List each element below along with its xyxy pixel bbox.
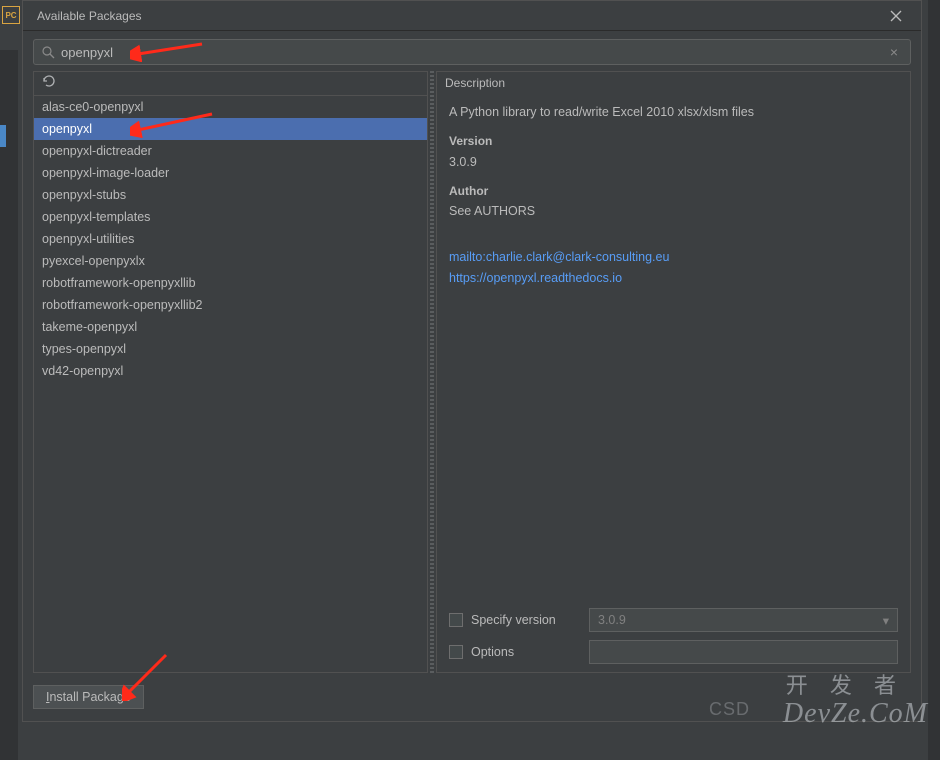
options-area: Specify version 3.0.9 ▾ Options bbox=[437, 600, 910, 672]
package-item[interactable]: takeme-openpyxl bbox=[34, 316, 427, 338]
install-package-button[interactable]: Install Package bbox=[33, 685, 144, 709]
close-icon bbox=[890, 10, 902, 22]
package-item[interactable]: vd42-openpyxl bbox=[34, 360, 427, 382]
package-list[interactable]: alas-ce0-openpyxlopenpyxlopenpyxl-dictre… bbox=[34, 96, 427, 672]
package-item[interactable]: types-openpyxl bbox=[34, 338, 427, 360]
close-button[interactable] bbox=[881, 1, 911, 31]
chevron-down-icon: ▾ bbox=[883, 613, 889, 628]
options-input[interactable] bbox=[589, 640, 898, 664]
options-label: Options bbox=[471, 645, 581, 659]
clear-search-icon[interactable]: × bbox=[886, 44, 902, 60]
splitter-handle-icon bbox=[430, 71, 434, 673]
package-item[interactable]: robotframework-openpyxllib bbox=[34, 272, 427, 294]
package-item[interactable]: openpyxl-stubs bbox=[34, 184, 427, 206]
package-list-panel: alas-ce0-openpyxlopenpyxlopenpyxl-dictre… bbox=[33, 71, 428, 673]
package-item[interactable]: pyexcel-openpyxlx bbox=[34, 250, 427, 272]
panel-splitter[interactable] bbox=[428, 71, 436, 673]
pycharm-icon: PC bbox=[2, 6, 20, 24]
author-label: Author bbox=[449, 181, 898, 201]
specify-version-row: Specify version 3.0.9 ▾ bbox=[449, 608, 898, 632]
package-item[interactable]: openpyxl-utilities bbox=[34, 228, 427, 250]
specify-version-label: Specify version bbox=[471, 613, 581, 627]
watermark-main: DevZe.CoM bbox=[783, 698, 928, 730]
package-item[interactable]: openpyxl-templates bbox=[34, 206, 427, 228]
description-summary: A Python library to read/write Excel 201… bbox=[449, 102, 898, 123]
main-area: alas-ce0-openpyxlopenpyxlopenpyxl-dictre… bbox=[23, 71, 921, 673]
version-select[interactable]: 3.0.9 ▾ bbox=[589, 608, 898, 632]
watermark-csd: CSD bbox=[709, 699, 750, 720]
options-row: Options bbox=[449, 640, 898, 664]
refresh-row bbox=[34, 72, 427, 96]
ide-left-accent bbox=[0, 125, 6, 147]
search-box[interactable]: × bbox=[33, 39, 911, 65]
package-item[interactable]: openpyxl-image-loader bbox=[34, 162, 427, 184]
dialog-titlebar: Available Packages bbox=[23, 1, 921, 31]
description-panel: Description A Python library to read/wri… bbox=[436, 71, 911, 673]
install-label-rest: nstall Package bbox=[49, 690, 130, 704]
docs-link[interactable]: https://openpyxl.readthedocs.io bbox=[449, 268, 898, 289]
options-checkbox[interactable] bbox=[449, 645, 463, 659]
search-icon bbox=[42, 46, 55, 59]
search-input[interactable] bbox=[61, 45, 886, 60]
package-item[interactable]: robotframework-openpyxllib2 bbox=[34, 294, 427, 316]
search-row: × bbox=[23, 31, 921, 71]
dialog-title: Available Packages bbox=[33, 9, 881, 23]
version-value: 3.0.9 bbox=[449, 152, 898, 173]
ide-left-gutter bbox=[0, 50, 18, 760]
mailto-link[interactable]: mailto:charlie.clark@clark-consulting.eu bbox=[449, 247, 898, 268]
description-content: A Python library to read/write Excel 201… bbox=[437, 92, 910, 600]
ide-right-gutter bbox=[928, 0, 940, 760]
available-packages-dialog: Available Packages × bbox=[22, 0, 922, 722]
package-item[interactable]: openpyxl bbox=[34, 118, 427, 140]
watermark-cn: 开 发 者 bbox=[786, 668, 904, 700]
version-select-value: 3.0.9 bbox=[598, 613, 626, 627]
version-label: Version bbox=[449, 131, 898, 151]
package-item[interactable]: alas-ce0-openpyxl bbox=[34, 96, 427, 118]
package-item[interactable]: openpyxl-dictreader bbox=[34, 140, 427, 162]
description-header: Description bbox=[437, 72, 910, 92]
specify-version-checkbox[interactable] bbox=[449, 613, 463, 627]
refresh-icon[interactable] bbox=[42, 74, 56, 93]
author-value: See AUTHORS bbox=[449, 201, 898, 222]
